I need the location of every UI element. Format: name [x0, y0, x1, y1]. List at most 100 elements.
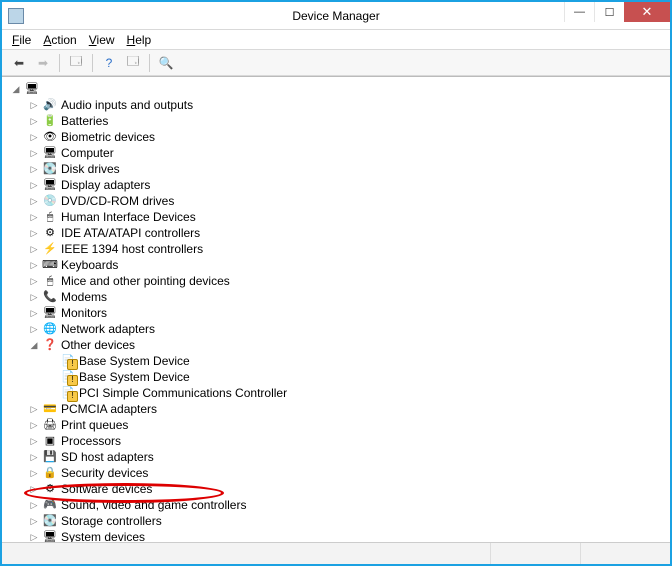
tree-root-node[interactable]: ◢🖥▷🔊Audio inputs and outputs▷🔋Batteries▷… — [10, 81, 668, 542]
expander-icon[interactable]: ▷ — [28, 531, 40, 542]
tree-node[interactable]: ▷📞Modems — [28, 289, 668, 305]
help-icon: ? — [106, 56, 113, 70]
expander-icon[interactable]: ▷ — [28, 115, 40, 127]
expander-icon[interactable]: ▷ — [28, 259, 40, 271]
scan-hardware-button[interactable]: 🔍 — [155, 52, 177, 74]
category-icon: 🔊 — [42, 98, 58, 112]
minimize-button[interactable]: — — [564, 2, 594, 22]
expander-icon[interactable]: ▷ — [28, 419, 40, 431]
tree-node[interactable]: 📄PCI Simple Communications Controller — [46, 385, 668, 401]
expander-icon[interactable]: ◢ — [28, 339, 40, 351]
category-icon: ❓ — [42, 338, 58, 352]
maximize-button[interactable]: ☐ — [594, 2, 624, 22]
category-icon: 🎮 — [42, 498, 58, 512]
tree-node[interactable]: ▷🖱Mice and other pointing devices — [28, 273, 668, 289]
help-button[interactable]: ? — [98, 52, 120, 74]
expander-icon[interactable]: ▷ — [28, 323, 40, 335]
tree-node[interactable]: ▷💽Storage controllers — [28, 513, 668, 529]
tree-node[interactable]: ▷🖥System devices — [28, 529, 668, 542]
menu-view[interactable]: View — [89, 33, 115, 47]
category-icon: 💳 — [42, 402, 58, 416]
tree-node[interactable]: ◢❓Other devices📄Base System Device📄Base … — [28, 337, 668, 401]
close-button[interactable]: ✕ — [624, 2, 670, 22]
tree-node[interactable]: ▷🖥Computer — [28, 145, 668, 161]
expander-icon[interactable]: ▷ — [28, 99, 40, 111]
tree-node[interactable]: ▷🌐Network adapters — [28, 321, 668, 337]
expander-icon[interactable]: ▷ — [28, 499, 40, 511]
tree-node-label: Modems — [61, 289, 107, 305]
category-icon: 🌐 — [42, 322, 58, 336]
expander-icon[interactable]: ◢ — [10, 83, 22, 95]
tree-node[interactable]: 📄Base System Device — [46, 353, 668, 369]
menu-help[interactable]: Help — [127, 33, 152, 47]
tree-node[interactable]: ▷🖥Display adapters — [28, 177, 668, 193]
tree-node[interactable]: ▷⚙IDE ATA/ATAPI controllers — [28, 225, 668, 241]
tree-node[interactable]: ▷🖱Human Interface Devices — [28, 209, 668, 225]
tree-node[interactable]: ▷⚡IEEE 1394 host controllers — [28, 241, 668, 257]
back-button[interactable]: ⬅ — [8, 52, 30, 74]
show-hide-tree-button[interactable]: 🗔 — [65, 52, 87, 74]
tree-node-label: Base System Device — [79, 369, 190, 385]
tree-node[interactable]: ▷💿DVD/CD-ROM drives — [28, 193, 668, 209]
expander-icon[interactable]: ▷ — [28, 435, 40, 447]
expander-icon[interactable]: ▷ — [28, 227, 40, 239]
expander-icon[interactable]: ▷ — [28, 163, 40, 175]
tree-node[interactable]: ▷💾SD host adapters — [28, 449, 668, 465]
expander-icon[interactable]: ▷ — [28, 147, 40, 159]
status-pane — [490, 543, 580, 564]
tree-node[interactable]: ▷🖨Print queues — [28, 417, 668, 433]
tree-node[interactable]: ▷🔋Batteries — [28, 113, 668, 129]
expander-icon[interactable]: ▷ — [28, 403, 40, 415]
toolbar-separator — [149, 54, 150, 72]
tree-node-label: Disk drives — [61, 161, 120, 177]
tree-node[interactable]: ▷💳PCMCIA adapters — [28, 401, 668, 417]
expander-icon[interactable]: ▷ — [28, 467, 40, 479]
tree-node[interactable]: ▷🎮Sound, video and game controllers — [28, 497, 668, 513]
tree-node[interactable]: ▷🔊Audio inputs and outputs — [28, 97, 668, 113]
tree-node[interactable]: 📄Base System Device — [46, 369, 668, 385]
menu-file[interactable]: File — [12, 33, 31, 47]
tree-icon: 🗔 — [69, 52, 82, 73]
expander-icon[interactable]: ▷ — [28, 451, 40, 463]
properties-button[interactable]: 🗔 — [122, 52, 144, 74]
tree-node[interactable]: ▷🔒Security devices — [28, 465, 668, 481]
tree-node-label: Print queues — [61, 417, 128, 433]
tree-node[interactable]: ▷🖥Monitors — [28, 305, 668, 321]
properties-icon: 🗔 — [126, 52, 139, 73]
category-icon: ⌨ — [42, 258, 58, 272]
tree-node-label: Sound, video and game controllers — [61, 497, 246, 513]
status-pane — [580, 543, 670, 564]
toolbar-separator — [59, 54, 60, 72]
expander-icon[interactable]: ▷ — [28, 515, 40, 527]
menu-action[interactable]: Action — [43, 33, 76, 47]
category-icon: ⚙ — [42, 226, 58, 240]
expander-icon[interactable]: ▷ — [28, 211, 40, 223]
expander-icon[interactable]: ▷ — [28, 179, 40, 191]
expander-icon[interactable]: ▷ — [28, 243, 40, 255]
tree-node[interactable]: ▷⌨Keyboards — [28, 257, 668, 273]
tree-node[interactable]: ▷▣Processors — [28, 433, 668, 449]
tree-node[interactable]: ▷👁Biometric devices — [28, 129, 668, 145]
tree-node[interactable]: ▷⚙Software devices — [28, 481, 668, 497]
tree-node-label: PCMCIA adapters — [61, 401, 157, 417]
tree-node-label: Storage controllers — [61, 513, 162, 529]
category-icon: 🖥 — [42, 530, 58, 542]
expander-icon[interactable]: ▷ — [28, 307, 40, 319]
expander-icon[interactable]: ▷ — [28, 483, 40, 495]
category-icon: 🖥 — [42, 146, 58, 160]
tree-node-label: Software devices — [61, 481, 152, 497]
category-icon: 🖨 — [42, 418, 58, 432]
category-icon: 💽 — [42, 514, 58, 528]
expander-icon[interactable]: ▷ — [28, 195, 40, 207]
tree-node-label: System devices — [61, 529, 145, 542]
status-pane — [2, 543, 490, 564]
expander-icon[interactable]: ▷ — [28, 131, 40, 143]
expander-icon[interactable]: ▷ — [28, 275, 40, 287]
expander-icon[interactable]: ▷ — [28, 291, 40, 303]
tree-node-label: Monitors — [61, 305, 107, 321]
category-icon: 💽 — [42, 162, 58, 176]
tree-node-label: Other devices — [61, 337, 135, 353]
expander-icon — [46, 371, 58, 383]
forward-button[interactable]: ➡ — [32, 52, 54, 74]
tree-node[interactable]: ▷💽Disk drives — [28, 161, 668, 177]
